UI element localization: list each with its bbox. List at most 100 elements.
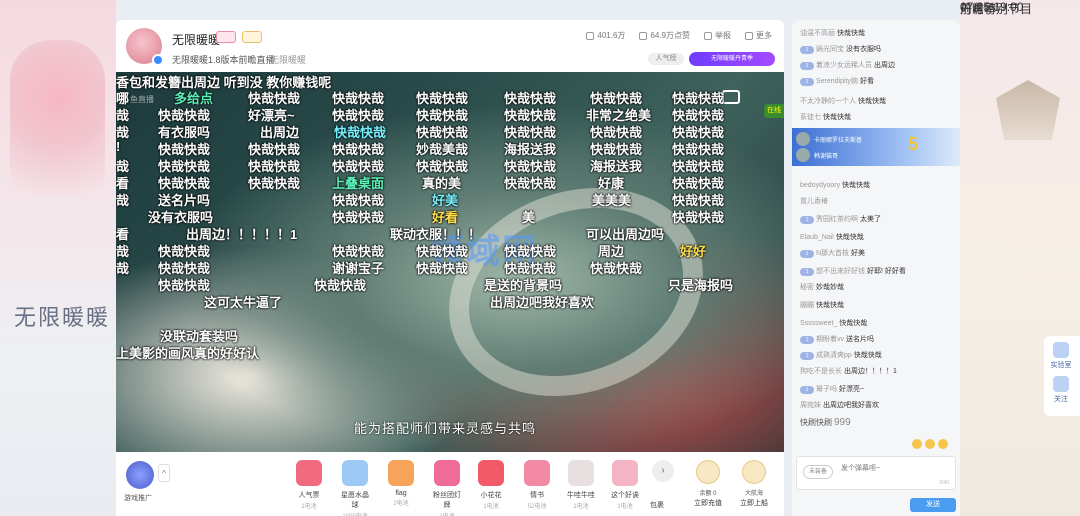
guard-widget[interactable]: 大航海 立即上船 [734, 460, 774, 508]
chat-message[interactable]: Sssssweet_ 快哉快哉 [800, 318, 867, 328]
gift-item[interactable]: flag 2电池 [384, 460, 418, 507]
game-promo-label: 游戏推广 [124, 495, 152, 502]
gift-more-button[interactable]: › [652, 460, 674, 482]
chat-message[interactable]: 不太冷静的一个人 快哉快哉 [800, 96, 886, 106]
gift-price: 1电池 [573, 504, 589, 510]
chat-username[interactable]: bedoydyoory [800, 182, 840, 189]
chat-username[interactable]: Sssssweet_ [800, 320, 837, 327]
chat-username[interactable]: 系徒七 [800, 114, 821, 121]
anchor-name[interactable]: 无限暖暖 [172, 31, 220, 48]
chevron-up-icon[interactable]: ^ [158, 464, 170, 482]
chat-message[interactable]: 狗吃不是长长 出周边！！！！1 [800, 366, 897, 376]
chat-message[interactable]: 1 幂子吗 好漂亮~ [800, 384, 864, 394]
chat-username[interactable]: 秀园红茶约啊 [816, 216, 858, 223]
pocket-label: 余额 0 [699, 491, 717, 497]
report-icon [704, 31, 712, 40]
package-label[interactable]: 包裹 [650, 500, 664, 510]
chat-message[interactable]: 1 着凉少女远稀人员 出周边 [800, 60, 895, 70]
chat-username[interactable]: 狗吃不是长长 [800, 368, 842, 375]
chat-username[interactable]: 不太冷静的一个人 [800, 98, 856, 105]
chat-username[interactable]: 蹦蹦 [800, 302, 814, 309]
gift-item[interactable]: 情书 52电池 [520, 460, 554, 510]
chat-username[interactable]: 秘密 [800, 284, 814, 291]
follow-tool[interactable]: 关注 [1048, 376, 1074, 404]
follow-label: 关注 [1054, 396, 1068, 403]
user-level-badge: 1 [800, 250, 814, 258]
reward-banner[interactable]: 快刷快刷 999 [800, 417, 851, 428]
chat-message[interactable]: 油温不高丽 快哉快哉 [800, 28, 865, 38]
danmaku-comment: 哉 [116, 261, 130, 276]
chat-message[interactable]: 秘密 妙哉妙哉 [800, 282, 844, 292]
right-background-art [960, 0, 1080, 516]
rank-avatar [796, 148, 810, 162]
user-level-badge: 1 [800, 386, 814, 394]
send-button[interactable]: 发送 [910, 498, 956, 512]
anchor-avatar[interactable] [126, 28, 164, 66]
pocket-link[interactable]: 立即上船 [734, 498, 774, 508]
tv-icon[interactable] [722, 90, 740, 104]
gift-price: 52电池 [527, 504, 547, 510]
gift-price: 2电池 [393, 501, 409, 507]
popularity-stat: 401.6万 [586, 30, 625, 41]
chat-username[interactable]: Serendipity婉 [816, 78, 858, 85]
more-button[interactable]: 更多 [745, 30, 772, 41]
report-button[interactable]: 举报 [704, 30, 731, 41]
chat-username[interactable]: 幂子吗 [816, 386, 837, 393]
gift-item[interactable]: 这个好诶 1电池 [608, 460, 642, 510]
gift-price: 1000电池 [338, 511, 372, 516]
chat-message[interactable]: 1 想不出来好好钱 好耶! 好好看 [800, 266, 906, 276]
chat-message[interactable]: 曾儿香椿 [800, 196, 828, 206]
gift-item[interactable]: 牛哇牛哇 1电池 [564, 460, 598, 510]
danmaku-input[interactable] [841, 461, 951, 475]
user-level-badge: 1 [800, 46, 814, 54]
gift-icon[interactable] [938, 439, 948, 449]
gift-item[interactable]: 小花花 1电池 [474, 460, 508, 510]
chat-username[interactable]: 周宛妹 [800, 402, 821, 409]
thumbs-up-icon[interactable] [912, 439, 922, 449]
chat-message[interactable]: 周宛妹 出周边吧我好喜欢 [800, 400, 879, 410]
chat-username[interactable]: 期盼着vv [816, 336, 844, 343]
pocket-link[interactable]: 立即充值 [688, 498, 728, 508]
video-player[interactable]: 斗鱼直播 领域网 在线 能为搭配师们带来灵感与共鸣 哪多给点 快哉快哉 快哉快哉 快哉… [116, 72, 784, 452]
rank-card[interactable]: 卡丽娜罗拉夫斯基 韩谢猫哥 5 [792, 128, 960, 166]
gift-item[interactable]: 粉丝团灯牌 1电池 [430, 460, 464, 516]
gift-icon [434, 460, 460, 486]
chat-message[interactable]: 1 N那大首枝 好美 [800, 248, 865, 258]
chat-username[interactable]: 着凉少女远稀人员 [816, 62, 872, 69]
chat-username[interactable]: 曾儿香椿 [800, 198, 828, 205]
chat-username[interactable]: N那大首枝 [816, 250, 849, 257]
chat-username[interactable]: 成熟清爽pp [816, 352, 852, 359]
chat-message[interactable]: 1 期盼着vv 送名片吗 [800, 334, 874, 344]
gift-icon [342, 460, 368, 486]
promo-banner-button[interactable]: 无限暖暖丹青季 [689, 52, 775, 66]
lab-tool[interactable]: 实验室 [1048, 342, 1074, 370]
chat-message[interactable]: bedoydyoory 快哉快哉 [800, 180, 870, 190]
game-promo-icon[interactable] [126, 461, 154, 489]
recharge-widget[interactable]: 余额 0 立即充值 [688, 460, 728, 508]
chat-message[interactable]: 1 秀园红茶约啊 太美了 [800, 214, 881, 224]
chat-username[interactable]: 娲光同宝 [816, 46, 844, 53]
gift-item[interactable]: 星愿水晶球 1000电池 [338, 460, 372, 516]
chat-message[interactable]: 蹦蹦 快哉快哉 [800, 300, 844, 310]
chat-message[interactable]: 1 成熟清爽pp 快哉快哉 [800, 350, 882, 360]
chat-message[interactable]: 1 娲光同宝 没有衣服吗 [800, 44, 881, 54]
chat-message[interactable]: 1 Serendipity婉 好看 [800, 76, 874, 86]
reward-count: 999 [834, 417, 851, 428]
rank-name: 韩谢猫哥 [814, 154, 839, 160]
gift-name: flag [395, 490, 407, 497]
chat-message[interactable]: Elaub_Nail 快哉快哉 [800, 232, 864, 242]
fan-badge-pill[interactable]: 未装备 [803, 465, 833, 479]
chat-username[interactable]: 想不出来好好钱 [816, 268, 865, 275]
reaction-icons[interactable] [912, 439, 948, 449]
gift-item[interactable]: 人气票 1电池 [292, 460, 326, 510]
popularity-rank-button[interactable]: 人气榜 [648, 53, 684, 65]
chat-message[interactable]: 系徒七 快哉快哉 [800, 112, 851, 122]
chat-text: 妙哉妙哉 [815, 284, 844, 291]
danmaku-input-box: 未装备 0/40 [796, 456, 956, 490]
chat-username[interactable]: 油温不高丽 [800, 30, 835, 37]
smile-icon[interactable] [925, 439, 935, 449]
chat-username[interactable]: Elaub_Nail [800, 234, 834, 241]
danmaku-comment: 只是海报吗 [668, 278, 734, 293]
online-tag[interactable]: 在线 [764, 104, 784, 118]
room-category[interactable]: 无限暖暖 [270, 53, 306, 66]
